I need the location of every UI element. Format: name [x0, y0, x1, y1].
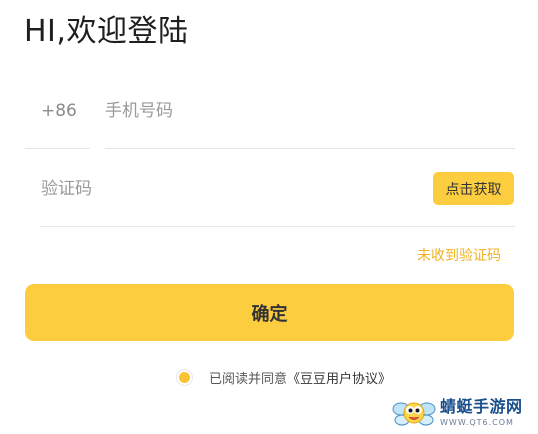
radio-dot	[179, 371, 190, 383]
phone-number-divider	[105, 148, 515, 149]
country-code-selector[interactable]: +86	[41, 98, 77, 124]
user-agreement-link[interactable]: 《豆豆用户协议》	[287, 368, 391, 387]
watermark: 蜻蜓手游网 WWW.QT6.COM	[392, 392, 538, 434]
code-not-received-link[interactable]: 未收到验证码	[417, 246, 501, 266]
confirm-button[interactable]: 确定	[25, 284, 514, 341]
watermark-name: 蜻蜓手游网	[440, 397, 523, 416]
dragonfly-logo-icon	[392, 402, 436, 426]
agreement-text: 已阅读并同意	[209, 371, 288, 387]
verification-code-input[interactable]	[41, 174, 401, 204]
country-code-divider	[25, 148, 90, 149]
phone-number-input[interactable]	[105, 96, 505, 126]
get-code-button[interactable]: 点击获取	[433, 172, 514, 205]
verification-code-divider	[40, 226, 515, 227]
radio-checked-icon[interactable]	[176, 368, 193, 386]
page-title: HI,欢迎登陆	[24, 14, 189, 49]
watermark-url: WWW.QT6.COM	[440, 418, 514, 427]
agreement-row: 已阅读并同意 《豆豆用户协议》	[176, 366, 391, 388]
